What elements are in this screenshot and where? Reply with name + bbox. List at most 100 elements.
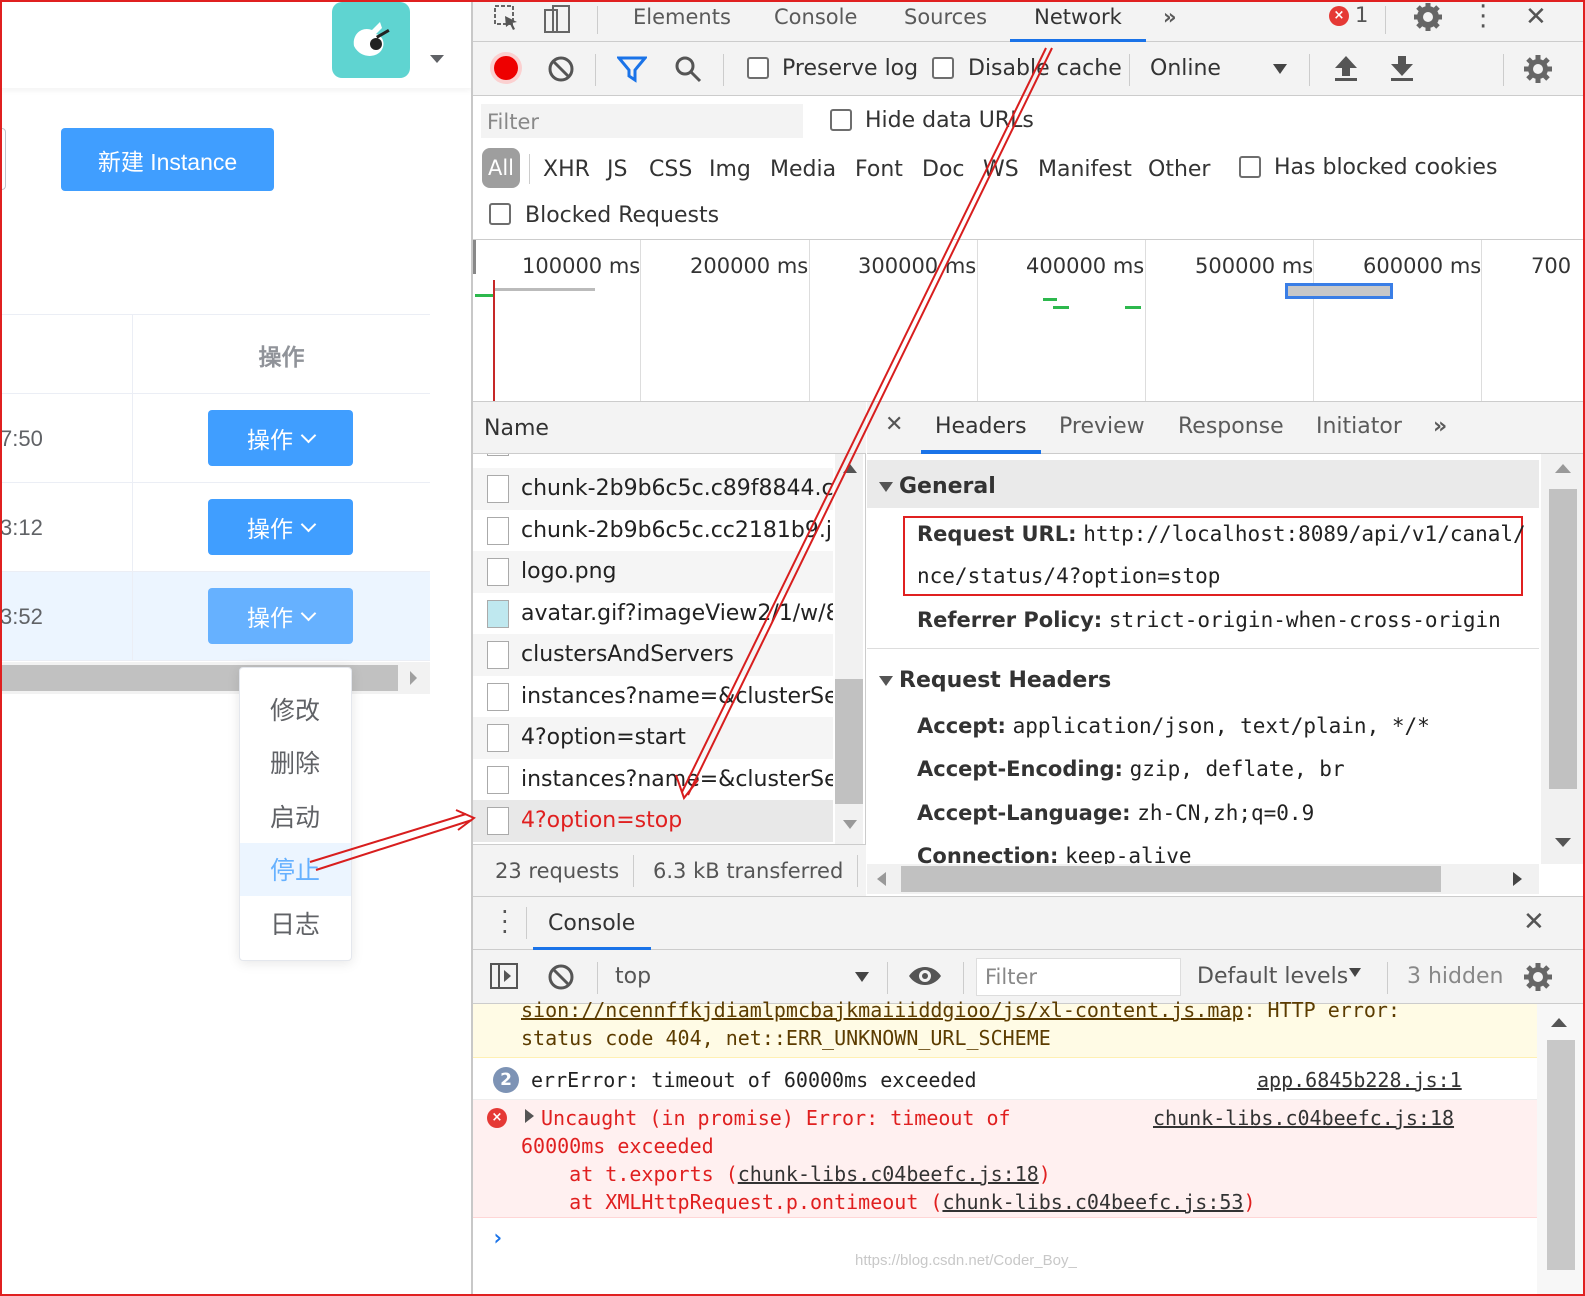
record-icon[interactable] [494,56,518,80]
type-filter-ws[interactable]: WS [983,157,1019,182]
source-map-link[interactable]: sion://ncennffkjdiamlpmcbajkmaiiiddgioo/… [521,998,1243,1022]
scroll-right-arrow-icon[interactable] [410,671,417,685]
filter-funnel-icon[interactable] [617,54,647,84]
disable-cache-checkbox[interactable] [932,57,954,79]
log-levels-select[interactable]: Default levels [1197,964,1348,989]
expand-triangle-icon[interactable] [525,1109,534,1123]
list-item[interactable]: chunk-2b9b6c5c.c89f8844.css [473,468,833,510]
clear-icon[interactable] [547,55,575,83]
tab-preview[interactable]: Preview [1059,414,1145,439]
source-link[interactable]: chunk-libs.c04beefc.js:18 [1153,1106,1454,1130]
preserve-log-checkbox[interactable] [747,57,769,79]
tab-headers[interactable]: Headers [935,414,1027,439]
request-headers-section-header[interactable]: Request Headers [867,654,1539,702]
list-item[interactable]: chunk-2b9b6c5c.cc2181b9.js [473,510,833,552]
settings-gear-icon[interactable] [1413,2,1443,32]
timeline-selection[interactable] [1285,283,1393,299]
more-tabs-icon[interactable]: » [1433,414,1447,439]
close-details-icon[interactable]: ✕ [885,414,903,436]
context-select[interactable]: top [615,964,651,989]
error-count[interactable]: 1 [1355,3,1368,27]
source-link[interactable]: app.6845b228.js:1 [1257,1068,1462,1092]
import-har-icon[interactable] [1333,54,1359,82]
levels-caret-icon[interactable] [1349,968,1361,977]
type-filter-xhr[interactable]: XHR [543,157,590,182]
general-section-header[interactable]: General [867,460,1539,508]
list-item[interactable]: 4?option=start [473,717,833,759]
scrollbar-thumb[interactable] [835,679,863,804]
export-har-icon[interactable] [1389,54,1415,82]
tab-response[interactable]: Response [1178,414,1284,439]
close-drawer-icon[interactable]: ✕ [1523,909,1545,935]
console-settings-gear-icon[interactable] [1523,962,1553,992]
row-actions-button[interactable]: 操作 [208,410,353,466]
context-caret-icon[interactable] [855,972,869,982]
type-filter-img[interactable]: Img [709,157,751,182]
close-devtools-icon[interactable]: ✕ [1525,4,1547,30]
type-filter-doc[interactable]: Doc [922,157,965,182]
throttling-select[interactable]: Online [1150,56,1221,81]
has-blocked-cookies-checkbox[interactable] [1239,156,1261,178]
more-options-icon[interactable]: · · · [1479,0,1487,40]
name-column-header[interactable]: Name [473,402,866,454]
console-scrollbar[interactable] [1537,1004,1585,1296]
tab-console[interactable]: Console [774,0,857,42]
menu-item-delete[interactable]: 删除 [240,736,351,790]
list-item[interactable]: instances?name=&clusterServ [473,759,833,801]
sidebar-toggle-icon[interactable] [489,962,519,990]
avatar[interactable] [332,2,410,78]
type-filter-manifest[interactable]: Manifest [1038,157,1132,182]
live-expression-eye-icon[interactable] [907,963,943,989]
menu-item-log[interactable]: 日志 [240,896,351,950]
new-instance-button[interactable]: 新建 Instance [61,128,274,191]
tab-initiator[interactable]: Initiator [1316,414,1402,439]
network-overview-timeline[interactable]: 100000 ms 200000 ms 300000 ms 400000 ms … [473,240,1585,402]
type-filter-css[interactable]: CSS [649,157,692,182]
row-actions-button[interactable]: 操作 [208,499,353,555]
menu-item-stop[interactable]: 停止 [240,842,351,896]
clear-console-icon[interactable] [547,963,575,991]
type-filter-other[interactable]: Other [1148,157,1210,182]
scrollbar-thumb[interactable] [1547,1040,1575,1270]
type-filter-font[interactable]: Font [855,157,903,182]
tab-elements[interactable]: Elements [633,0,731,42]
stack-link[interactable]: chunk-libs.c04beefc.js:53 [942,1190,1243,1214]
scrollbar-thumb[interactable] [1549,489,1577,789]
inspect-element-icon[interactable] [493,4,521,32]
menu-item-edit[interactable]: 修改 [240,682,351,736]
more-tabs-icon[interactable]: » [1163,0,1177,42]
drawer-menu-icon[interactable]: · · · [501,900,509,944]
list-item[interactable] [473,454,833,458]
network-settings-gear-icon[interactable] [1523,54,1553,84]
tab-sources[interactable]: Sources [904,0,987,42]
device-toolbar-icon[interactable] [543,4,573,34]
scrollbar-thumb[interactable] [901,866,1441,892]
details-vertical-scrollbar[interactable] [1541,454,1585,864]
throttling-caret-icon[interactable] [1273,64,1287,74]
search-input-edge[interactable] [0,128,6,190]
console-prompt-icon[interactable]: › [491,1226,504,1251]
blocked-requests-checkbox[interactable] [489,203,511,225]
list-item-selected[interactable]: 4?option=stop [473,800,833,842]
type-filter-all[interactable]: All [482,148,520,188]
list-item[interactable]: avatar.gif?imageView2/1/w/80 [473,593,833,635]
menu-item-start[interactable]: 启动 [240,789,351,843]
table-horizontal-scrollbar[interactable] [0,662,430,694]
type-filter-media[interactable]: Media [770,157,836,182]
search-icon[interactable] [673,54,703,84]
list-item[interactable]: instances?name=&clusterServ [473,676,833,718]
error-icon[interactable]: × [1329,6,1349,26]
details-horizontal-scrollbar[interactable] [867,864,1539,894]
list-item[interactable]: clustersAndServers [473,634,833,676]
tab-console-drawer[interactable]: Console [548,911,635,936]
stack-link[interactable]: chunk-libs.c04beefc.js:18 [738,1162,1039,1186]
hide-data-urls-checkbox[interactable] [830,109,852,131]
requests-scrollbar[interactable] [835,454,863,844]
row-actions-button[interactable]: 操作 [208,588,353,644]
type-filter-js[interactable]: JS [607,157,627,182]
list-item[interactable]: logo.png [473,551,833,593]
console-filter-input[interactable]: Filter [976,958,1181,996]
tab-network[interactable]: Network [1010,0,1146,42]
network-filter-input[interactable]: Filter [481,104,803,138]
user-menu-caret-icon[interactable] [430,55,444,63]
